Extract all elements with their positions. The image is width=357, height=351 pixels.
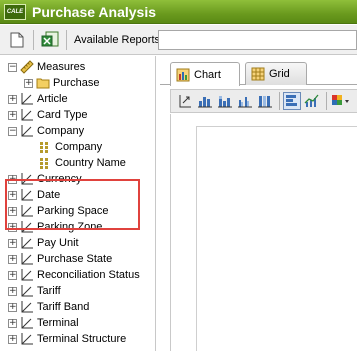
tab-label: Chart	[194, 68, 221, 81]
toolbar-divider	[66, 29, 67, 50]
ruler-icon	[20, 60, 34, 74]
export-excel-button[interactable]	[39, 29, 61, 51]
level-icon	[40, 158, 48, 169]
expand-icon[interactable]: +	[8, 286, 17, 296]
tree-item-label: Measures	[37, 61, 86, 73]
tree-item-terminal-structure[interactable]: + Terminal Structure	[8, 331, 126, 347]
grid-tab-icon	[251, 67, 265, 81]
app-logo: CALE	[4, 3, 26, 20]
tree-item-label: Pay Unit	[37, 237, 79, 249]
expand-icon[interactable]: +	[8, 94, 17, 104]
tree-item-purchase-state[interactable]: + Purchase State	[8, 251, 112, 267]
expand-icon[interactable]: +	[8, 110, 17, 120]
tree-item-company-level[interactable]: Company	[38, 139, 102, 155]
axis-icon	[21, 285, 33, 297]
available-reports-label: Available Reports	[74, 33, 161, 46]
tree-item-tariff[interactable]: + Tariff	[8, 283, 61, 299]
new-document-button[interactable]	[6, 29, 28, 51]
tree-item-card-type[interactable]: + Card Type	[8, 107, 88, 123]
folder-icon	[36, 78, 50, 89]
main-toolbar: Available Reports	[0, 25, 357, 55]
tree-item-label: Card Type	[37, 109, 88, 121]
tree-item-label: Company	[55, 141, 103, 153]
tree-item-article[interactable]: + Article	[8, 91, 68, 107]
bar-chart-icon	[198, 97, 212, 108]
expand-icon[interactable]: +	[8, 270, 17, 280]
stacked-bar-button[interactable]	[216, 92, 234, 110]
excel-export-icon	[41, 31, 59, 46]
grouped-bar-button[interactable]	[236, 92, 254, 110]
tree-item-label: Terminal Structure	[37, 333, 127, 345]
tree-item-reconciliation-status[interactable]: + Reconciliation Status	[8, 267, 140, 283]
tree-item-label: Purchase State	[37, 253, 113, 265]
tree-item-tariff-band[interactable]: + Tariff Band	[8, 299, 89, 315]
tree-item-pay-unit[interactable]: + Pay Unit	[8, 235, 79, 251]
bar-chart-button[interactable]	[196, 92, 214, 110]
axis-icon	[21, 109, 33, 121]
color-palette-button[interactable]	[330, 92, 352, 110]
chart-tab-icon	[176, 68, 190, 81]
level-icon	[40, 142, 48, 153]
percent-bar-button[interactable]	[256, 92, 274, 110]
color-palette-icon	[332, 95, 349, 105]
tree-item-label: Tariff	[37, 285, 61, 297]
swap-axes-icon	[179, 95, 191, 108]
collapse-icon[interactable]: −	[8, 126, 17, 136]
line-chart-icon	[304, 94, 319, 107]
tab-strip: Chart Grid	[160, 56, 357, 86]
grouped-bar-icon	[238, 97, 252, 108]
expand-icon[interactable]: +	[8, 302, 17, 312]
tree-item-terminal[interactable]: + Terminal	[8, 315, 79, 331]
toolbar-divider	[279, 92, 280, 110]
expand-icon[interactable]: +	[8, 334, 17, 344]
chart-plot-area	[196, 126, 357, 351]
tab-label: Grid	[269, 68, 290, 80]
axis-icon	[21, 253, 33, 265]
tree-item-label: Terminal	[37, 317, 79, 329]
dimension-tree: − Measures + Purchase + Article + Card T…	[0, 56, 156, 351]
axis-icon	[21, 125, 33, 137]
page-title: Purchase Analysis	[32, 3, 156, 20]
expand-icon[interactable]: +	[8, 254, 17, 264]
tree-item-label: Tariff Band	[37, 301, 90, 313]
axis-icon	[21, 269, 33, 281]
report-panel: Chart Grid	[160, 56, 357, 351]
axis-icon	[21, 301, 33, 313]
new-document-icon	[10, 32, 24, 47]
tree-item-measures[interactable]: − Measures	[8, 59, 85, 75]
tree-item-label: Company	[37, 125, 85, 137]
line-chart-button[interactable]	[303, 92, 321, 110]
percent-bar-icon	[258, 96, 272, 108]
chart-toolbar	[170, 89, 357, 113]
tab-chart[interactable]: Chart	[170, 62, 240, 86]
expand-icon[interactable]: +	[8, 318, 17, 328]
expand-icon[interactable]: +	[8, 238, 17, 248]
tree-item-label: Article	[37, 93, 68, 105]
tree-item-label: Reconciliation Status	[37, 269, 140, 281]
highlight-box	[5, 179, 140, 230]
expand-icon[interactable]: +	[24, 78, 33, 88]
tab-grid[interactable]: Grid	[245, 62, 307, 85]
tree-item-company[interactable]: − Company	[8, 123, 84, 139]
horizontal-bar-button[interactable]	[283, 92, 301, 110]
axis-icon	[21, 317, 33, 329]
available-reports-dropdown[interactable]	[158, 30, 357, 50]
toolbar-divider	[33, 29, 34, 50]
tree-item-label: Country Name	[55, 157, 126, 169]
tree-item-purchase[interactable]: + Purchase	[24, 75, 99, 91]
tree-item-label: Purchase	[53, 77, 100, 89]
axis-icon	[21, 93, 33, 105]
collapse-icon[interactable]: −	[8, 62, 17, 72]
title-bar: CALE Purchase Analysis	[0, 0, 357, 24]
axis-icon	[21, 333, 33, 345]
tree-item-country-name[interactable]: Country Name	[38, 155, 126, 171]
toolbar-divider	[326, 92, 327, 110]
stacked-bar-icon	[218, 96, 232, 108]
axis-icon	[21, 237, 33, 249]
chart-canvas	[170, 114, 357, 351]
horizontal-bar-icon	[286, 95, 297, 106]
swap-axes-button[interactable]	[176, 92, 194, 110]
